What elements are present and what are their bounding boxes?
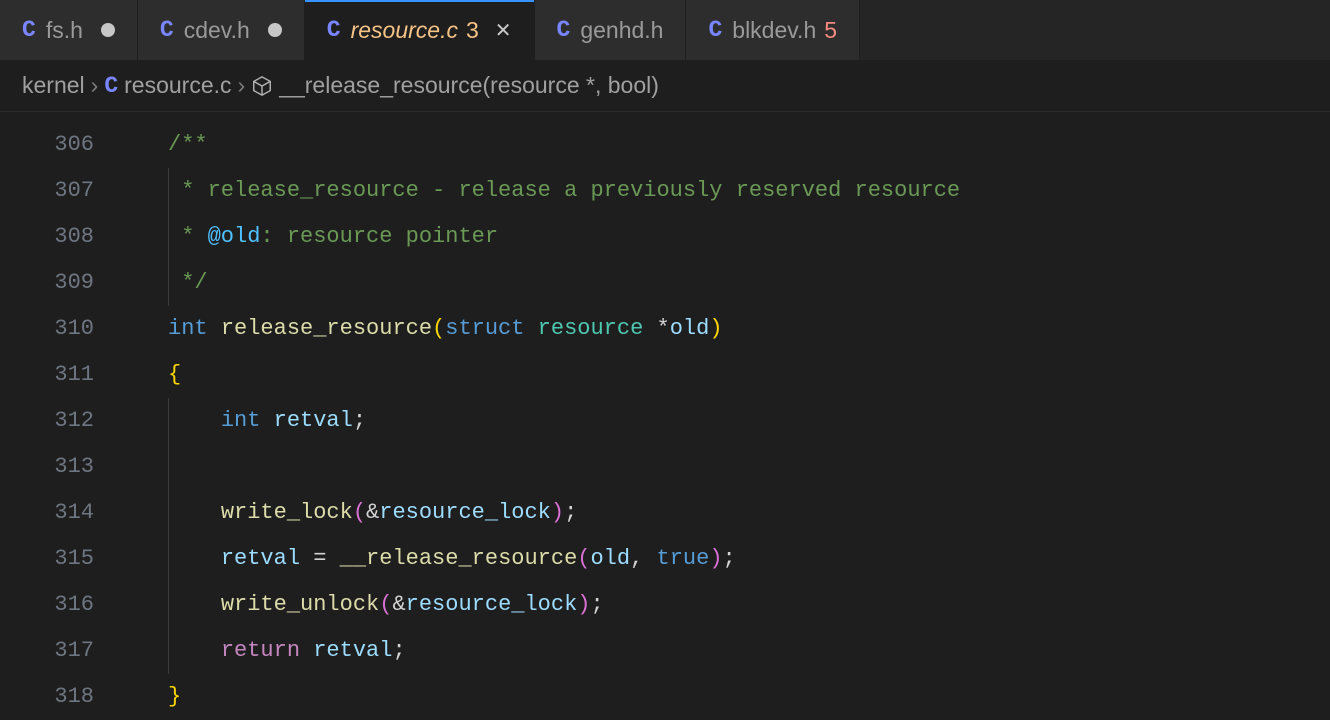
- tab-label: cdev.h: [184, 17, 250, 44]
- comment-token: */: [168, 270, 208, 295]
- comment-token: : resource pointer: [260, 224, 498, 249]
- punct-token: ;: [353, 408, 366, 433]
- line-number: 310: [0, 306, 94, 352]
- variable-token: resource_lock: [379, 500, 551, 525]
- variable-token: resource_lock: [406, 592, 578, 617]
- code-line[interactable]: * release_resource - release a previousl…: [120, 168, 1330, 214]
- c-file-icon: C: [160, 17, 174, 43]
- line-number: 315: [0, 536, 94, 582]
- modified-dot-icon: [268, 23, 282, 37]
- punct-token: ,: [630, 546, 656, 571]
- tab-label: fs.h: [46, 17, 83, 44]
- type-token: resource: [538, 316, 644, 341]
- code-line[interactable]: write_unlock(&resource_lock);: [120, 582, 1330, 628]
- line-number: 317: [0, 628, 94, 674]
- c-file-icon: C: [104, 73, 118, 99]
- line-number: 318: [0, 674, 94, 720]
- code-line[interactable]: * @old: resource pointer: [120, 214, 1330, 260]
- code-line[interactable]: [120, 444, 1330, 490]
- c-file-icon: C: [327, 17, 341, 43]
- variable-token: old: [670, 316, 710, 341]
- line-number-gutter: 306 307 308 309 310 311 312 313 314 315 …: [0, 122, 120, 720]
- line-number: 316: [0, 582, 94, 628]
- variable-token: old: [590, 546, 630, 571]
- line-number: 309: [0, 260, 94, 306]
- c-file-icon: C: [708, 17, 722, 43]
- chevron-right-icon: ›: [238, 72, 246, 99]
- operator-token: &: [392, 592, 405, 617]
- constant-token: true: [657, 546, 710, 571]
- tab-label: resource.c: [351, 17, 458, 44]
- tab-label: genhd.h: [580, 17, 663, 44]
- line-number: 311: [0, 352, 94, 398]
- line-number: 308: [0, 214, 94, 260]
- line-number: 314: [0, 490, 94, 536]
- breadcrumb: kernel › C resource.c › __release_resour…: [0, 60, 1330, 112]
- code-line[interactable]: int release_resource(struct resource *ol…: [120, 306, 1330, 352]
- code-content[interactable]: /** * release_resource - release a previ…: [120, 122, 1330, 720]
- symbol-method-icon: [251, 75, 273, 97]
- doc-param-token: @old: [208, 224, 261, 249]
- brace-token: {: [168, 362, 181, 387]
- breadcrumb-folder[interactable]: kernel: [22, 72, 85, 99]
- problems-badge: 5: [824, 17, 837, 44]
- tab-genhd-h[interactable]: C genhd.h: [535, 0, 687, 60]
- c-file-icon: C: [557, 17, 571, 43]
- line-number: 307: [0, 168, 94, 214]
- code-line[interactable]: return retval;: [120, 628, 1330, 674]
- tab-fs-h[interactable]: C fs.h: [0, 0, 138, 60]
- line-number: 312: [0, 398, 94, 444]
- keyword-token: struct: [445, 316, 524, 341]
- function-token: release_resource: [221, 316, 432, 341]
- comment-token: * release_resource - release a previousl…: [168, 178, 960, 203]
- code-line[interactable]: {: [120, 352, 1330, 398]
- c-file-icon: C: [22, 17, 36, 43]
- operator-token: =: [300, 546, 340, 571]
- operator-token: &: [366, 500, 379, 525]
- code-line[interactable]: */: [120, 260, 1330, 306]
- comment-token: /**: [168, 132, 208, 157]
- breadcrumb-file[interactable]: resource.c: [124, 72, 231, 99]
- breadcrumb-symbol[interactable]: __release_resource(resource *, bool): [279, 72, 659, 99]
- variable-token: retval: [313, 638, 392, 663]
- tab-cdev-h[interactable]: C cdev.h: [138, 0, 305, 60]
- keyword-token: return: [221, 638, 300, 663]
- line-number: 306: [0, 122, 94, 168]
- code-line[interactable]: write_lock(&resource_lock);: [120, 490, 1330, 536]
- tab-bar: C fs.h C cdev.h C resource.c 3 ✕ C genhd…: [0, 0, 1330, 60]
- keyword-token: int: [168, 316, 208, 341]
- comment-token: *: [168, 224, 208, 249]
- line-number: 313: [0, 444, 94, 490]
- chevron-right-icon: ›: [91, 72, 99, 99]
- code-line[interactable]: retval = __release_resource(old, true);: [120, 536, 1330, 582]
- function-token: write_unlock: [221, 592, 379, 617]
- code-line[interactable]: }: [120, 674, 1330, 720]
- variable-token: retval: [221, 546, 300, 571]
- code-line[interactable]: /**: [120, 122, 1330, 168]
- tab-blkdev-h[interactable]: C blkdev.h 5: [686, 0, 860, 60]
- modified-dot-icon: [101, 23, 115, 37]
- problems-badge: 3: [466, 17, 479, 44]
- variable-token: retval: [274, 408, 353, 433]
- function-token: __release_resource: [340, 546, 578, 571]
- close-icon[interactable]: ✕: [495, 18, 512, 43]
- code-editor[interactable]: 306 307 308 309 310 311 312 313 314 315 …: [0, 112, 1330, 720]
- function-token: write_lock: [221, 500, 353, 525]
- code-line[interactable]: int retval;: [120, 398, 1330, 444]
- brace-token: }: [168, 684, 181, 709]
- tab-label: blkdev.h: [732, 17, 816, 44]
- keyword-token: int: [221, 408, 261, 433]
- tab-resource-c[interactable]: C resource.c 3 ✕: [305, 0, 535, 60]
